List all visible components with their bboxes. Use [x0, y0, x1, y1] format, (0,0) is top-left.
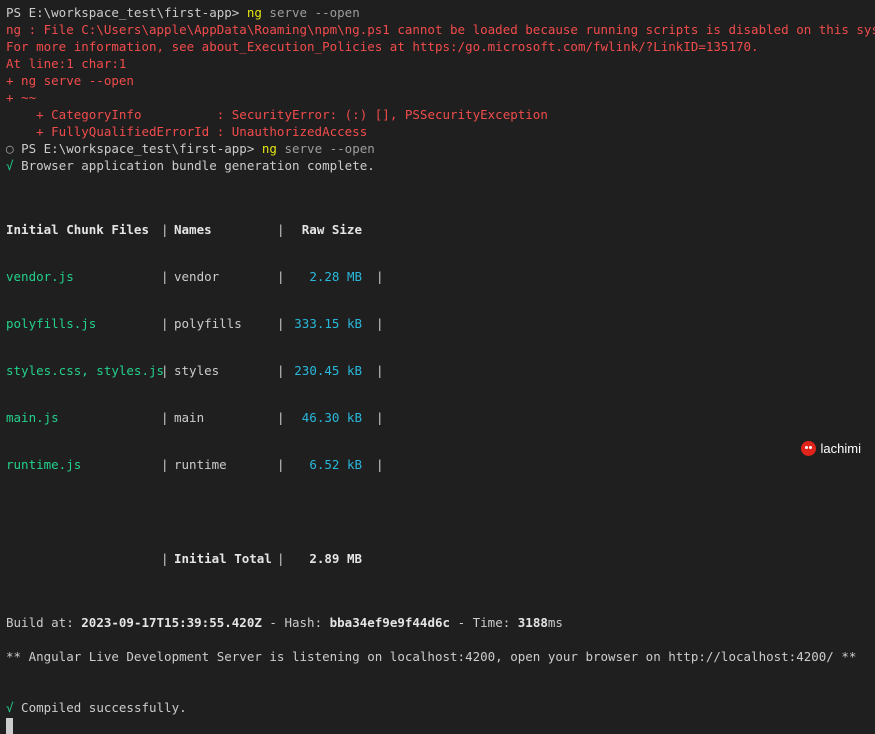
- command-name: ng: [246, 5, 262, 20]
- prompt-line: ◯ PS E:\workspace_test\first-app> ng ser…: [6, 140, 869, 157]
- table-separator: |: [277, 457, 285, 472]
- chunk-size: 230.45 kB: [294, 363, 362, 378]
- table-row: runtime.js | runtime | 6.52 kB |: [6, 456, 869, 473]
- compiled-message: Compiled successfully.: [13, 700, 187, 715]
- table-separator: |: [161, 363, 169, 378]
- chunk-file: runtime.js: [6, 457, 82, 472]
- error-line: At line:1 char:1: [6, 56, 127, 71]
- build-hash: bba34ef9e9f44d6c: [329, 615, 451, 630]
- hash-label: - Hash:: [261, 615, 330, 630]
- table-separator: |: [277, 363, 285, 378]
- watermark-text: lachimi: [820, 441, 861, 456]
- chunk-size: 46.30 kB: [301, 410, 362, 425]
- table-separator: |: [376, 269, 384, 284]
- terminal-output[interactable]: PS E:\workspace_test\first-app> ng serve…: [6, 4, 875, 734]
- col-header-files: Initial Chunk Files: [6, 222, 149, 237]
- server-message: ** Angular Live Development Server is li…: [6, 649, 857, 664]
- error-line: For more information, see about_Executio…: [6, 39, 759, 54]
- error-line: + ng serve --open: [6, 73, 134, 88]
- table-separator: |: [161, 222, 169, 237]
- chunk-file: vendor.js: [6, 269, 74, 284]
- table-separator: |: [376, 410, 384, 425]
- table-separator: |: [161, 269, 169, 284]
- build-info-line: Build at: 2023-09-17T15:39:55.420Z - Has…: [6, 614, 869, 631]
- input-line[interactable]: [6, 716, 869, 734]
- table-separator: |: [277, 551, 285, 566]
- error-id: + FullyQualifiedErrorId : UnauthorizedAc…: [36, 124, 368, 139]
- command-args: serve --open: [276, 141, 375, 156]
- watermark-logo-icon: [800, 441, 816, 456]
- compiled-line: √ Compiled successfully.: [6, 699, 869, 716]
- error-line: + CategoryInfo : SecurityError: (:) [], …: [6, 106, 869, 123]
- table-separator: |: [277, 316, 285, 331]
- build-prefix: Build at:: [6, 615, 82, 630]
- chunk-size: 6.52 kB: [309, 457, 362, 472]
- error-line: + FullyQualifiedErrorId : UnauthorizedAc…: [6, 123, 869, 140]
- chunk-size: 2.28 MB: [309, 269, 362, 284]
- table-separator: |: [376, 363, 384, 378]
- table-separator: |: [161, 410, 169, 425]
- build-time: 3188: [517, 615, 548, 630]
- bundle-message: Browser application bundle generation co…: [21, 158, 375, 173]
- chunk-name: styles: [174, 363, 220, 378]
- prompt: PS E:\workspace_test\first-app>: [21, 141, 255, 156]
- table-separator: |: [376, 457, 384, 472]
- chunk-file: polyfills.js: [6, 316, 97, 331]
- table-row: styles.css, styles.js | styles | 230.45 kB |: [6, 362, 869, 379]
- chunk-name: main: [174, 410, 205, 425]
- table-row: vendor.js | vendor | 2.28 MB |: [6, 268, 869, 285]
- col-header-size: Raw Size: [301, 222, 362, 237]
- table-header: Initial Chunk Files | Names | Raw Size: [6, 221, 869, 238]
- error-line: ng : File C:\Users\apple\AppData\Roaming…: [6, 22, 875, 37]
- bundle-line: √ Browser application bundle generation …: [6, 157, 869, 174]
- table-separator: |: [376, 316, 384, 331]
- time-label: - Time:: [450, 615, 518, 630]
- table-separator: |: [277, 410, 285, 425]
- build-time-unit: ms: [547, 615, 563, 630]
- total-value: 2.89 MB: [309, 551, 362, 566]
- prompt: PS E:\workspace_test\first-app>: [6, 5, 240, 20]
- build-timestamp: 2023-09-17T15:39:55.420Z: [81, 615, 262, 630]
- chunk-name: polyfills: [174, 316, 242, 331]
- check-icon: √: [6, 158, 14, 173]
- chunk-file: styles.css, styles.js: [6, 363, 165, 378]
- prompt-marker-icon: ◯: [6, 141, 14, 156]
- table-separator: |: [161, 457, 169, 472]
- error-category: + CategoryInfo : SecurityError: (:) [], …: [36, 107, 548, 122]
- total-label: Initial Total: [174, 551, 272, 566]
- table-separator: |: [277, 269, 285, 284]
- table-separator: |: [161, 316, 169, 331]
- chunk-name: runtime: [174, 457, 227, 472]
- table-separator: |: [277, 222, 285, 237]
- prompt-line: PS E:\workspace_test\first-app> ng serve…: [6, 4, 869, 21]
- table-row: main.js | main | 46.30 kB |: [6, 409, 869, 426]
- chunk-table: Initial Chunk Files | Names | Raw Size vendo…: [6, 191, 869, 597]
- command-args: serve --open: [261, 5, 360, 20]
- check-icon: √: [6, 700, 14, 715]
- chunk-size: 333.15 kB: [294, 316, 362, 331]
- col-header-names: Names: [174, 222, 212, 237]
- watermark: lachimi: [800, 441, 861, 456]
- chunk-name: vendor: [174, 269, 220, 284]
- table-separator: |: [161, 551, 169, 566]
- command-name: ng: [261, 141, 277, 156]
- chunk-file: main.js: [6, 410, 59, 425]
- table-total-row: | Initial Total | 2.89 MB: [6, 550, 869, 567]
- table-row: polyfills.js | polyfills | 333.15 kB |: [6, 315, 869, 332]
- text-cursor[interactable]: [6, 717, 13, 734]
- error-line: + ~~: [6, 90, 37, 105]
